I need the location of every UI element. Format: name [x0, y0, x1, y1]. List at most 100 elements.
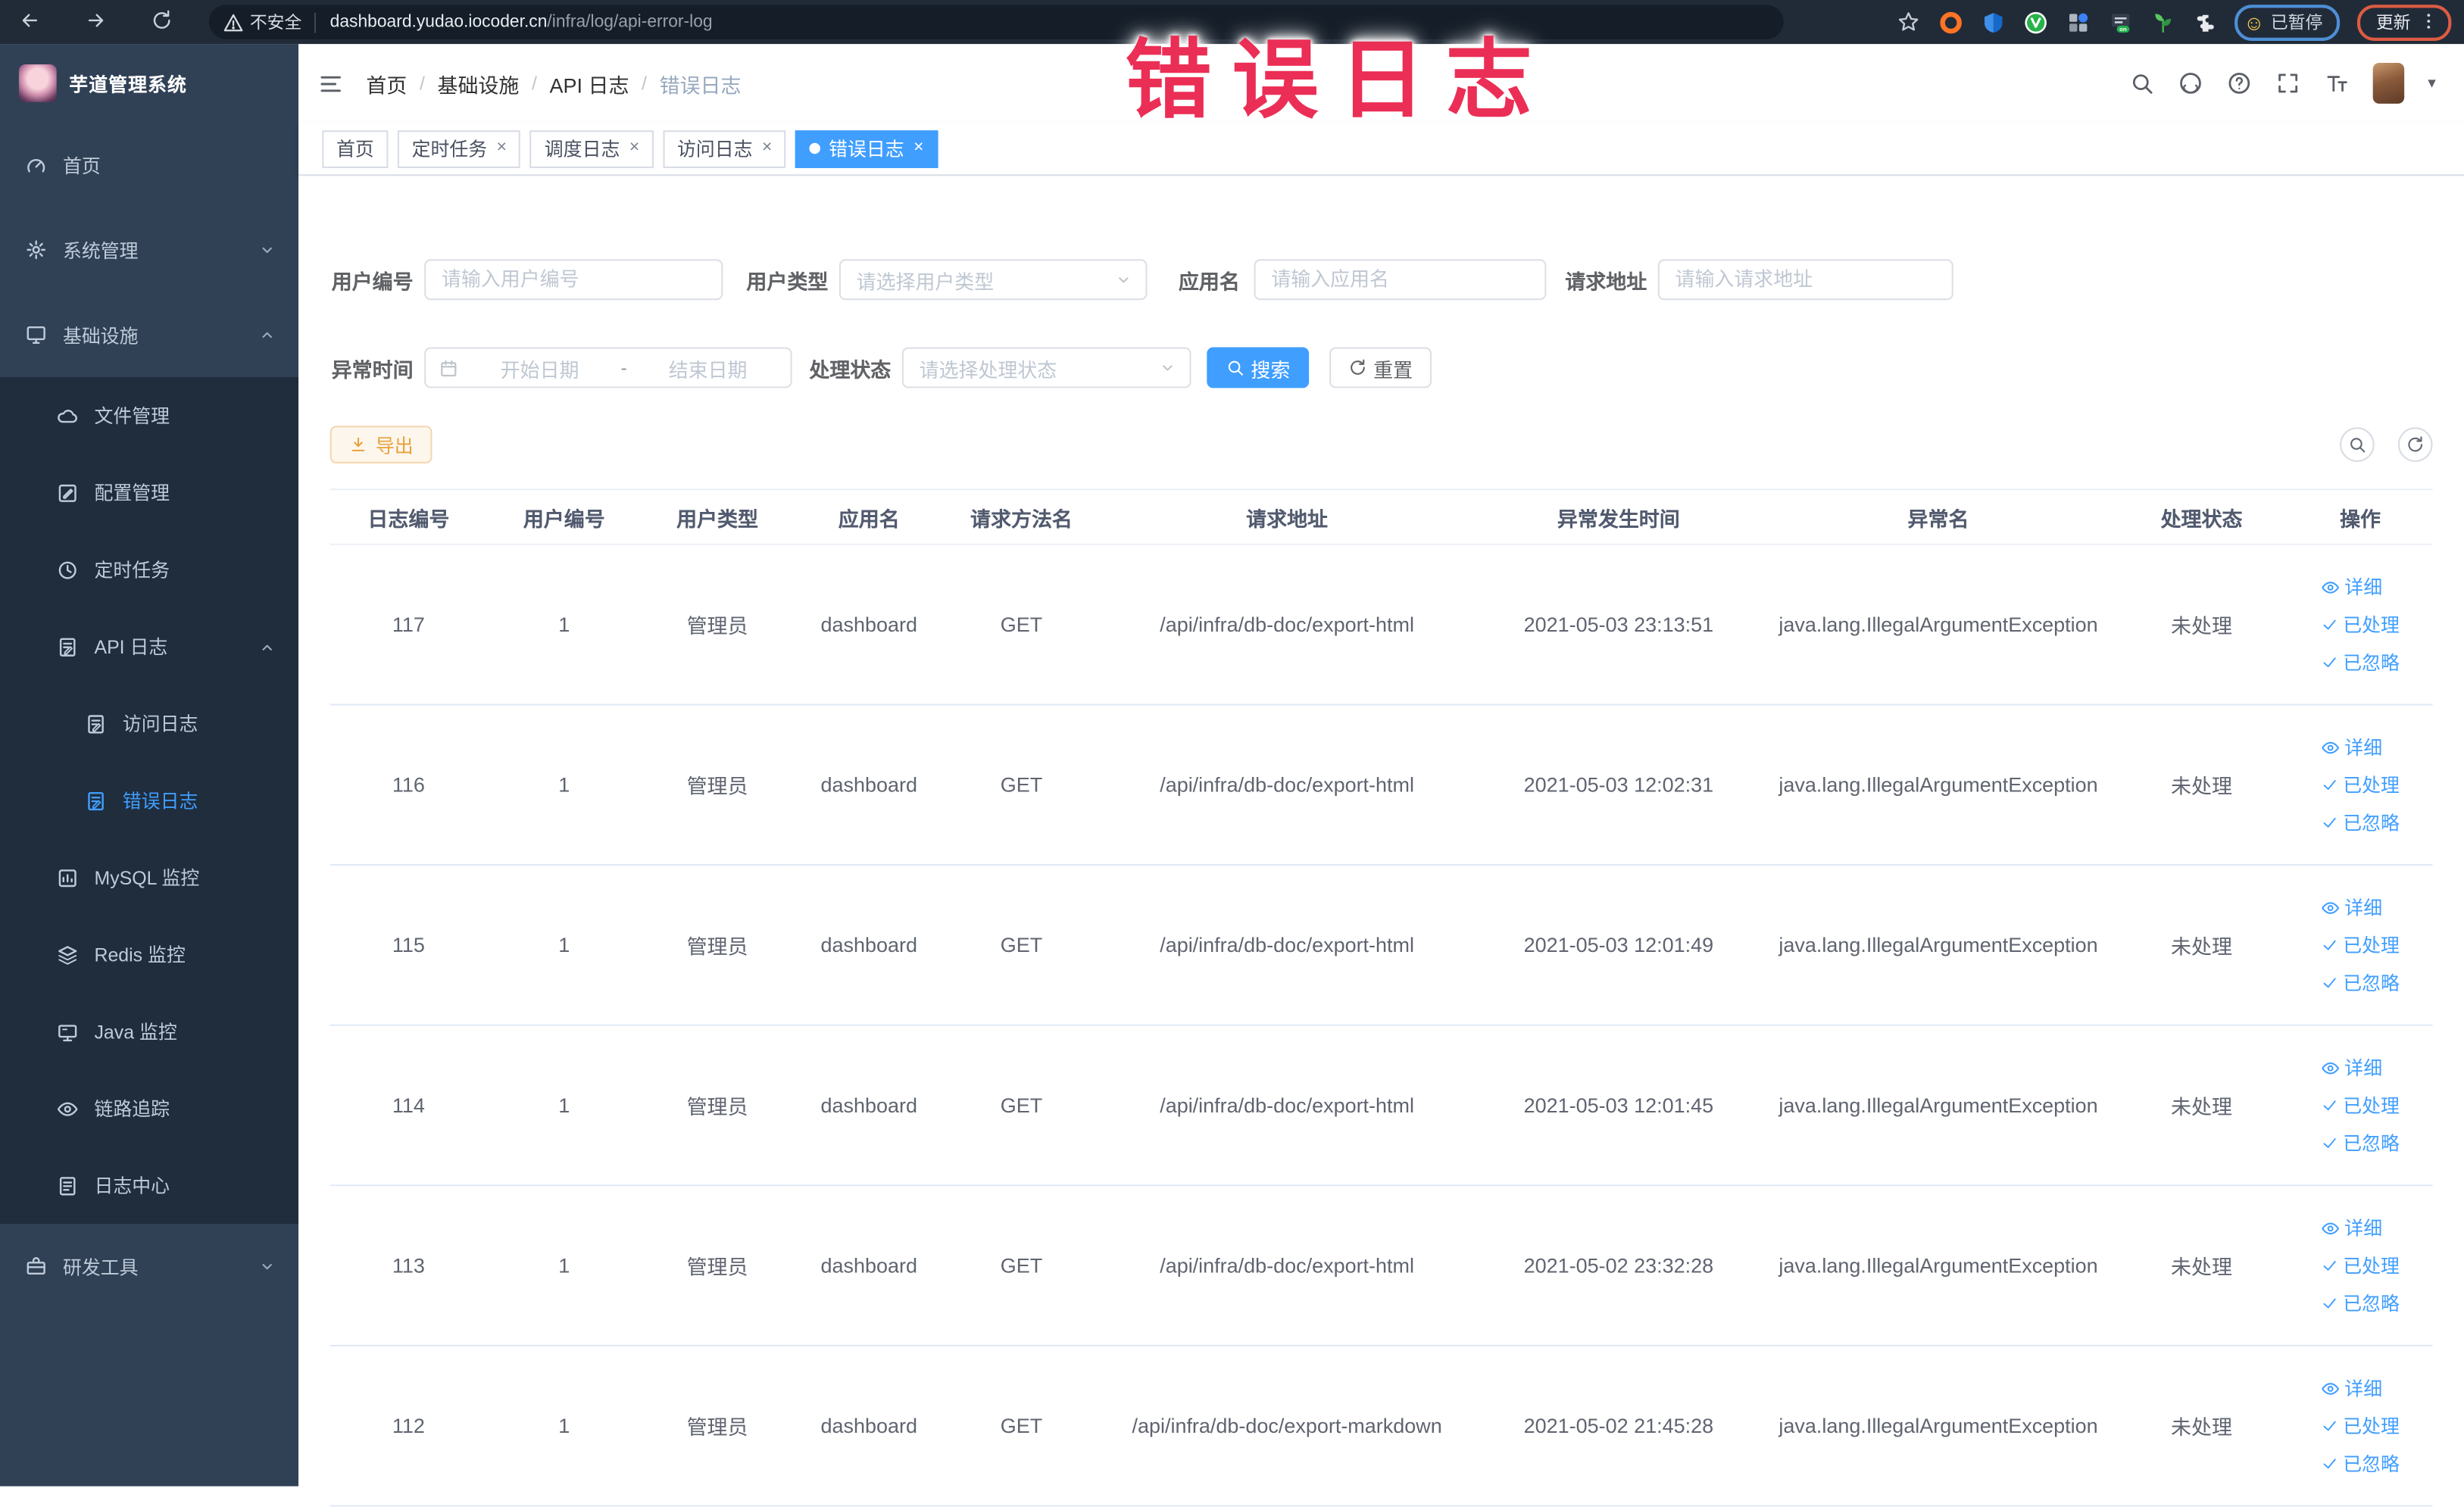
user-avatar[interactable]: [2372, 62, 2405, 104]
app-name-input[interactable]: [1254, 259, 1547, 301]
action-已忽略[interactable]: 已忽略: [2321, 809, 2400, 835]
url-path[interactable]: /infra/log/api-error-log: [547, 13, 712, 32]
action-已忽略[interactable]: 已忽略: [2321, 1130, 2400, 1156]
process-status-select[interactable]: 请选择处理状态: [901, 347, 1191, 388]
tab-首页[interactable]: 首页: [322, 129, 389, 167]
url-domain[interactable]: dashboard.yudao.iocoder.cn: [330, 13, 548, 32]
sidebar-item-dev-tools[interactable]: 研发工具: [0, 1224, 298, 1309]
action-详细[interactable]: 详细: [2321, 573, 2382, 600]
user-id-input[interactable]: [424, 259, 723, 301]
ext-plant-icon[interactable]: [2151, 10, 2175, 33]
sidebar-item-infra[interactable]: 基础设施: [0, 292, 298, 377]
action-已处理[interactable]: 已处理: [2321, 772, 2400, 798]
close-icon[interactable]: ×: [762, 139, 772, 158]
action-详细[interactable]: 详细: [2321, 1215, 2382, 1241]
ext-green-v-icon[interactable]: [2024, 10, 2047, 33]
reset-button-label: 重置: [1373, 359, 1413, 382]
sidebar-item-system[interactable]: 系统管理: [0, 207, 298, 292]
action-详细[interactable]: 详细: [2321, 1374, 2382, 1401]
breadcrumb-item[interactable]: 首页: [366, 68, 407, 98]
star-icon[interactable]: [1896, 10, 1919, 33]
action-已忽略[interactable]: 已忽略: [2321, 649, 2400, 675]
app-logo-row[interactable]: 芋道管理系统: [0, 44, 298, 123]
toggle-search-button[interactable]: [2340, 427, 2375, 462]
refresh-table-button[interactable]: [2397, 427, 2433, 462]
sidebar-item-redis[interactable]: Redis 监控: [0, 916, 298, 994]
sidebar-item-job[interactable]: 定时任务: [0, 531, 298, 608]
close-icon[interactable]: ×: [913, 139, 923, 158]
action-详细[interactable]: 详细: [2321, 894, 2382, 920]
action-已处理[interactable]: 已处理: [2321, 931, 2400, 958]
ext-grid-icon[interactable]: [2066, 10, 2090, 33]
browser-update-button[interactable]: 更新: [2356, 4, 2452, 40]
action-已忽略[interactable]: 已忽略: [2321, 1290, 2400, 1316]
ext-shield-icon[interactable]: [1982, 10, 2005, 33]
sidebar-item-mysql[interactable]: MySQL 监控: [0, 839, 298, 916]
edit-icon: [57, 482, 79, 504]
sidebar-item-error-log[interactable]: 错误日志: [0, 762, 298, 839]
hamburger-icon[interactable]: [317, 70, 344, 96]
action-已处理[interactable]: 已处理: [2321, 1412, 2400, 1439]
profile-paused-chip[interactable]: ☺ 已暂停: [2234, 4, 2341, 40]
tab-错误日志[interactable]: 错误日志 ×: [795, 129, 938, 167]
action-详细[interactable]: 详细: [2321, 1054, 2382, 1081]
export-button[interactable]: 导出: [329, 426, 433, 464]
cloud-icon: [57, 404, 79, 426]
action-已处理[interactable]: 已处理: [2321, 1252, 2400, 1278]
breadcrumb-item[interactable]: API 日志: [550, 68, 629, 98]
layers-icon: [57, 944, 79, 966]
tab-定时任务[interactable]: 定时任务 ×: [397, 129, 521, 167]
avatar-caret-icon[interactable]: ▾: [2428, 75, 2435, 92]
sidebar-item-file[interactable]: 文件管理: [0, 377, 298, 454]
action-已忽略[interactable]: 已忽略: [2321, 1450, 2400, 1477]
tab-调度日志[interactable]: 调度日志 ×: [530, 129, 654, 167]
eye-icon: [57, 1097, 79, 1119]
action-已处理[interactable]: 已处理: [2321, 611, 2400, 638]
cell-exception: java.lang.IllegalArgumentException: [1761, 704, 2116, 866]
cell-app-name: dashboard: [793, 865, 945, 1026]
sidebar-item-access-log[interactable]: 访问日志: [0, 685, 298, 763]
reload-icon[interactable]: [151, 9, 176, 34]
breadcrumb-item[interactable]: 基础设施: [437, 68, 519, 98]
reset-button[interactable]: 重置: [1329, 347, 1432, 388]
action-已处理[interactable]: 已处理: [2321, 1092, 2400, 1119]
forward-icon[interactable]: [85, 9, 110, 34]
sidebar-item-trace[interactable]: 链路追踪: [0, 1070, 298, 1147]
fullscreen-icon[interactable]: [2275, 70, 2300, 95]
sidebar-menu: 首页 系统管理 基础设施 文件管理 配置管理 定时任务 API 日志 访问日志 错误日志 MySQ…: [0, 123, 299, 1309]
browser-menu-icon[interactable]: [2419, 11, 2441, 33]
close-icon[interactable]: ×: [629, 139, 639, 158]
back-icon[interactable]: [19, 9, 44, 34]
cell-log-id: 113: [329, 1185, 488, 1346]
address-bar[interactable]: 不安全 dashboard.yudao.iocoder.cn/infra/log…: [208, 5, 1784, 39]
action-已忽略[interactable]: 已忽略: [2321, 969, 2400, 996]
sidebar-item-log-center[interactable]: 日志中心: [0, 1147, 298, 1224]
sidebar-item-api-log[interactable]: API 日志: [0, 608, 298, 685]
ext-on-icon[interactable]: on: [2109, 10, 2132, 33]
security-warning-icon[interactable]: [223, 12, 244, 33]
sidebar-item-home[interactable]: 首页: [0, 123, 298, 207]
exception-time-range-picker[interactable]: 开始日期 - 结束日期: [424, 347, 792, 388]
tab-访问日志[interactable]: 访问日志 ×: [663, 129, 787, 167]
search-icon[interactable]: [2129, 70, 2154, 95]
close-icon[interactable]: ×: [497, 139, 507, 158]
action-label: 已忽略: [2343, 1293, 2400, 1315]
eye-small-icon: [2321, 738, 2340, 757]
search-button[interactable]: 搜索: [1207, 347, 1310, 388]
request-url-input[interactable]: [1657, 259, 1953, 301]
user-type-select[interactable]: 请选择用户类型: [839, 259, 1148, 301]
text-size-icon[interactable]: [2324, 70, 2349, 95]
security-label[interactable]: 不安全: [250, 9, 301, 34]
app-name-label: 应用名: [1178, 269, 1240, 293]
ext-orange-icon[interactable]: [1938, 10, 1962, 33]
eye-small-icon: [2321, 898, 2340, 917]
search-icon: [2347, 435, 2366, 454]
ext-puzzle-icon[interactable]: [2194, 10, 2217, 33]
github-icon[interactable]: [2178, 70, 2203, 95]
action-详细[interactable]: 详细: [2321, 734, 2382, 760]
cell-log-id: 116: [329, 704, 488, 866]
action-label: 已处理: [2343, 1415, 2400, 1438]
sidebar-item-config[interactable]: 配置管理: [0, 454, 298, 532]
sidebar-item-java[interactable]: Java 监控: [0, 993, 298, 1070]
question-icon[interactable]: [2227, 70, 2252, 95]
